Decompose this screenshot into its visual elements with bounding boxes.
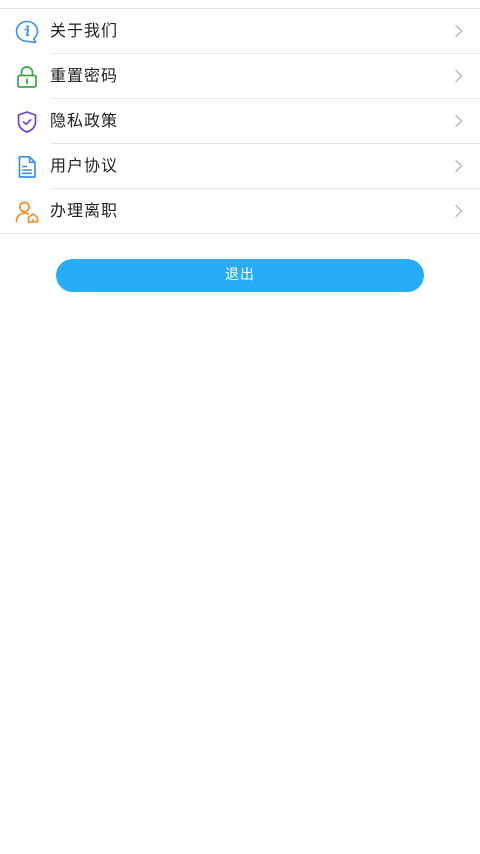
logout-button[interactable]: 退出 — [56, 259, 424, 292]
info-icon — [14, 19, 40, 45]
chevron-right-icon — [454, 114, 464, 128]
menu-label-about-us: 关于我们 — [50, 21, 119, 40]
menu-item-resignation[interactable]: 办理离职 — [0, 189, 480, 234]
menu-label-privacy-policy: 隐私政策 — [50, 111, 119, 130]
menu-label-user-agreement: 用户协议 — [50, 156, 119, 175]
lock-icon — [14, 64, 40, 90]
chevron-right-icon — [454, 204, 464, 218]
chevron-right-icon — [454, 159, 464, 173]
user-resign-icon — [14, 199, 40, 225]
chevron-right-icon — [454, 24, 464, 38]
shield-icon — [14, 109, 40, 135]
menu-label-reset-password: 重置密码 — [50, 66, 119, 85]
menu-item-reset-password[interactable]: 重置密码 — [0, 54, 480, 99]
menu-item-about-us[interactable]: 关于我们 — [0, 9, 480, 54]
menu-item-user-agreement[interactable]: 用户协议 — [0, 144, 480, 189]
settings-menu-list: 关于我们 重置密码 隐私政策 用户协议 办理离职 — [0, 9, 480, 234]
chevron-right-icon — [454, 69, 464, 83]
menu-item-privacy-policy[interactable]: 隐私政策 — [0, 99, 480, 144]
settings-screen: 关于我们 重置密码 隐私政策 用户协议 办理离职 退出 — [0, 0, 480, 854]
document-icon — [14, 154, 40, 180]
menu-label-resignation: 办理离职 — [50, 201, 119, 220]
